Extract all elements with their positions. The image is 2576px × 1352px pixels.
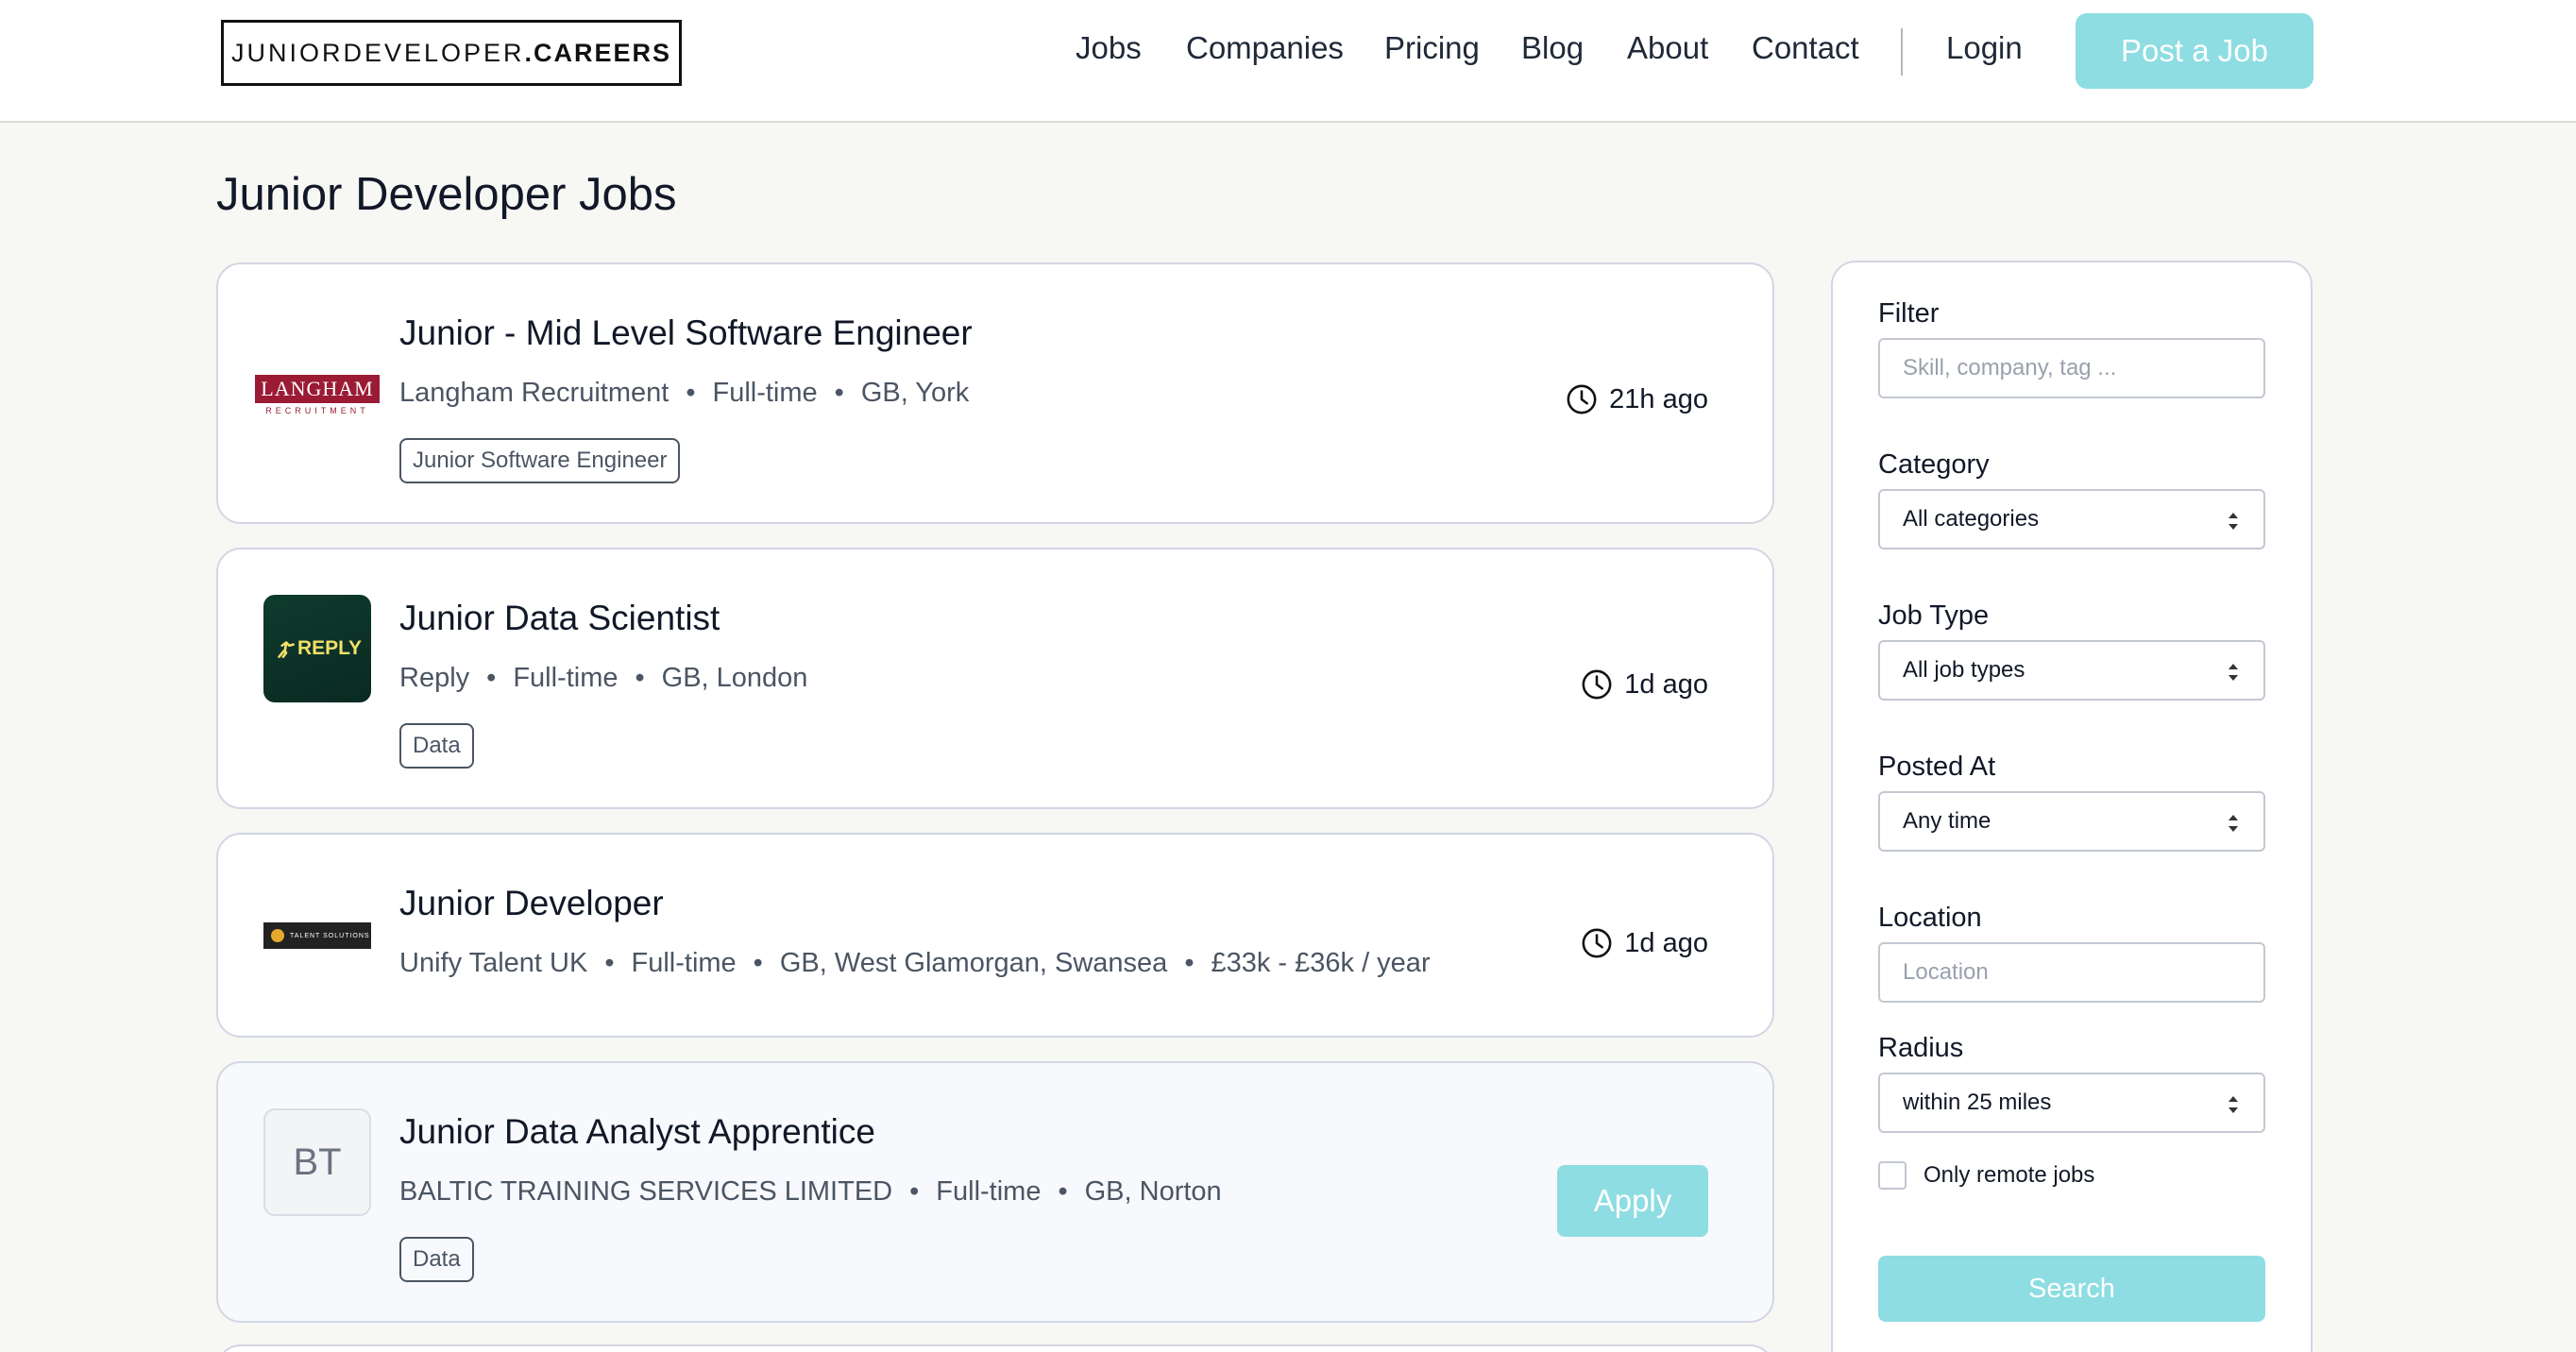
job-title[interactable]: Junior - Mid Level Software Engineer	[399, 313, 973, 353]
job-meta: Unify Talent UK • Full-time • GB, West Glamo…	[399, 948, 1431, 979]
clock-icon	[1582, 928, 1612, 958]
job-company: BALTIC TRAINING SERVICES LIMITED	[399, 1176, 893, 1207]
nav-login[interactable]: Login	[1946, 30, 2023, 66]
logo-text: JUNIORDEVELOPER	[230, 38, 525, 67]
category-select[interactable]: All categories	[1878, 489, 2265, 549]
site-header: JUNIORDEVELOPER .CAREERS Jobs Companies P…	[0, 0, 2576, 123]
separator-dot: •	[753, 948, 763, 978]
posted-at-value: Any time	[1903, 808, 1991, 834]
posted-label: 1d ago	[1624, 927, 1708, 958]
filter-input[interactable]	[1878, 338, 2265, 398]
remote-label: Only remote jobs	[1924, 1162, 2095, 1188]
separator-dot: •	[635, 663, 645, 693]
job-location: GB, Norton	[1084, 1176, 1222, 1207]
logo-strip: TALENT SOLUTIONS	[263, 922, 371, 949]
posted-time: 1d ago	[1581, 927, 1708, 959]
separator-dot: •	[1184, 948, 1195, 978]
posted-at-label: Posted At	[1878, 752, 1996, 782]
apply-button[interactable]: Apply	[1557, 1165, 1708, 1237]
job-tag[interactable]: Junior Software Engineer	[399, 438, 681, 483]
logo-mark	[271, 929, 284, 942]
jobtype-value: All job types	[1903, 657, 2025, 683]
separator-dot: •	[686, 378, 696, 408]
clock-icon	[1582, 669, 1612, 700]
posted-time: 1d ago	[1581, 668, 1708, 701]
separator-dot: •	[909, 1176, 920, 1207]
job-tag[interactable]: Data	[399, 723, 474, 769]
radius-value: within 25 miles	[1903, 1090, 2052, 1115]
remote-option: Only remote jobs	[1878, 1161, 2094, 1190]
posted-time: 21h ago	[1566, 383, 1708, 415]
job-card[interactable]	[216, 1344, 1774, 1352]
nav-contact[interactable]: Contact	[1752, 30, 1859, 66]
filter-label: Filter	[1878, 298, 1940, 329]
logo-subtext: RECRUITMENT	[265, 405, 369, 415]
clock-icon	[1567, 384, 1597, 414]
job-meta: Langham Recruitment • Full-time • GB, York	[399, 378, 969, 409]
logo-wordmark: REPLY	[297, 637, 363, 659]
job-meta: BALTIC TRAINING SERVICES LIMITED • Full-ti…	[399, 1176, 1222, 1208]
job-title[interactable]: Junior Data Scientist	[399, 599, 720, 638]
job-type: Full-time	[936, 1176, 1042, 1207]
site-logo[interactable]: JUNIORDEVELOPER .CAREERS	[221, 20, 682, 86]
job-location: GB, York	[860, 378, 970, 408]
job-tag[interactable]: Data	[399, 1237, 474, 1282]
jobtype-select[interactable]: All job types	[1878, 640, 2265, 701]
radius-label: Radius	[1878, 1033, 1964, 1063]
job-type: Full-time	[631, 948, 737, 978]
select-arrows-icon	[2229, 664, 2238, 681]
location-label: Location	[1878, 903, 1982, 933]
category-label: Category	[1878, 449, 1990, 480]
nav-jobs[interactable]: Jobs	[1076, 30, 1142, 66]
job-card[interactable]: REPLY Junior Data Scientist Reply • Full-t…	[216, 548, 1774, 809]
job-company: Langham Recruitment	[399, 378, 669, 408]
logo-wordmark: TALENT SOLUTIONS	[290, 932, 370, 939]
runner-icon	[278, 641, 295, 658]
job-title[interactable]: Junior Data Analyst Apprentice	[399, 1112, 875, 1152]
select-arrows-icon	[2229, 513, 2238, 530]
radius-select[interactable]: within 25 miles	[1878, 1073, 2265, 1133]
filter-sidebar: Filter Category All categories Job Type …	[1831, 261, 2313, 1352]
nav-about[interactable]: About	[1627, 30, 1708, 66]
logo-text-bold: .CAREERS	[524, 38, 672, 67]
separator-dot: •	[834, 378, 844, 408]
posted-label: 1d ago	[1624, 668, 1708, 700]
job-type: Full-time	[513, 663, 619, 693]
location-input[interactable]	[1878, 942, 2265, 1003]
remote-checkbox[interactable]	[1878, 1161, 1907, 1190]
nav-blog[interactable]: Blog	[1521, 30, 1584, 66]
logo-wordmark: LANGHAM	[255, 374, 380, 403]
company-logo: TALENT SOLUTIONS	[263, 882, 371, 989]
job-card[interactable]: TALENT SOLUTIONS Junior Developer Unify …	[216, 833, 1774, 1038]
job-location: GB, West Glamorgan, Swansea	[779, 948, 1168, 978]
nav-companies[interactable]: Companies	[1186, 30, 1344, 66]
select-arrows-icon	[2229, 815, 2238, 832]
job-title[interactable]: Junior Developer	[399, 884, 664, 923]
search-button[interactable]: Search	[1878, 1256, 2265, 1322]
posted-label: 21h ago	[1609, 383, 1708, 414]
jobtype-label: Job Type	[1878, 600, 1990, 631]
posted-at-select[interactable]: Any time	[1878, 791, 2265, 852]
nav-pricing[interactable]: Pricing	[1384, 30, 1480, 66]
job-card[interactable]: BT Junior Data Analyst Apprentice BALTIC…	[216, 1061, 1774, 1323]
separator-dot: •	[486, 663, 497, 693]
job-location: GB, London	[661, 663, 808, 693]
post-job-button[interactable]: Post a Job	[2076, 13, 2313, 89]
category-value: All categories	[1903, 506, 2040, 532]
job-card[interactable]: LANGHAM RECRUITMENT Junior - Mid Level S…	[216, 262, 1774, 524]
job-company: Unify Talent UK	[399, 948, 588, 978]
job-type: Full-time	[712, 378, 818, 408]
select-arrows-icon	[2229, 1096, 2238, 1113]
separator-dot: •	[604, 948, 615, 978]
nav-divider	[1901, 28, 1903, 76]
job-meta: Reply • Full-time • GB, London	[399, 663, 807, 694]
company-logo: REPLY	[263, 595, 371, 702]
job-salary: £33k - £36k / year	[1211, 948, 1431, 978]
page-title: Junior Developer Jobs	[216, 169, 677, 220]
company-logo: LANGHAM RECRUITMENT	[255, 341, 380, 448]
company-initials-avatar: BT	[263, 1108, 371, 1216]
job-company: Reply	[399, 663, 470, 693]
separator-dot: •	[1058, 1176, 1068, 1207]
